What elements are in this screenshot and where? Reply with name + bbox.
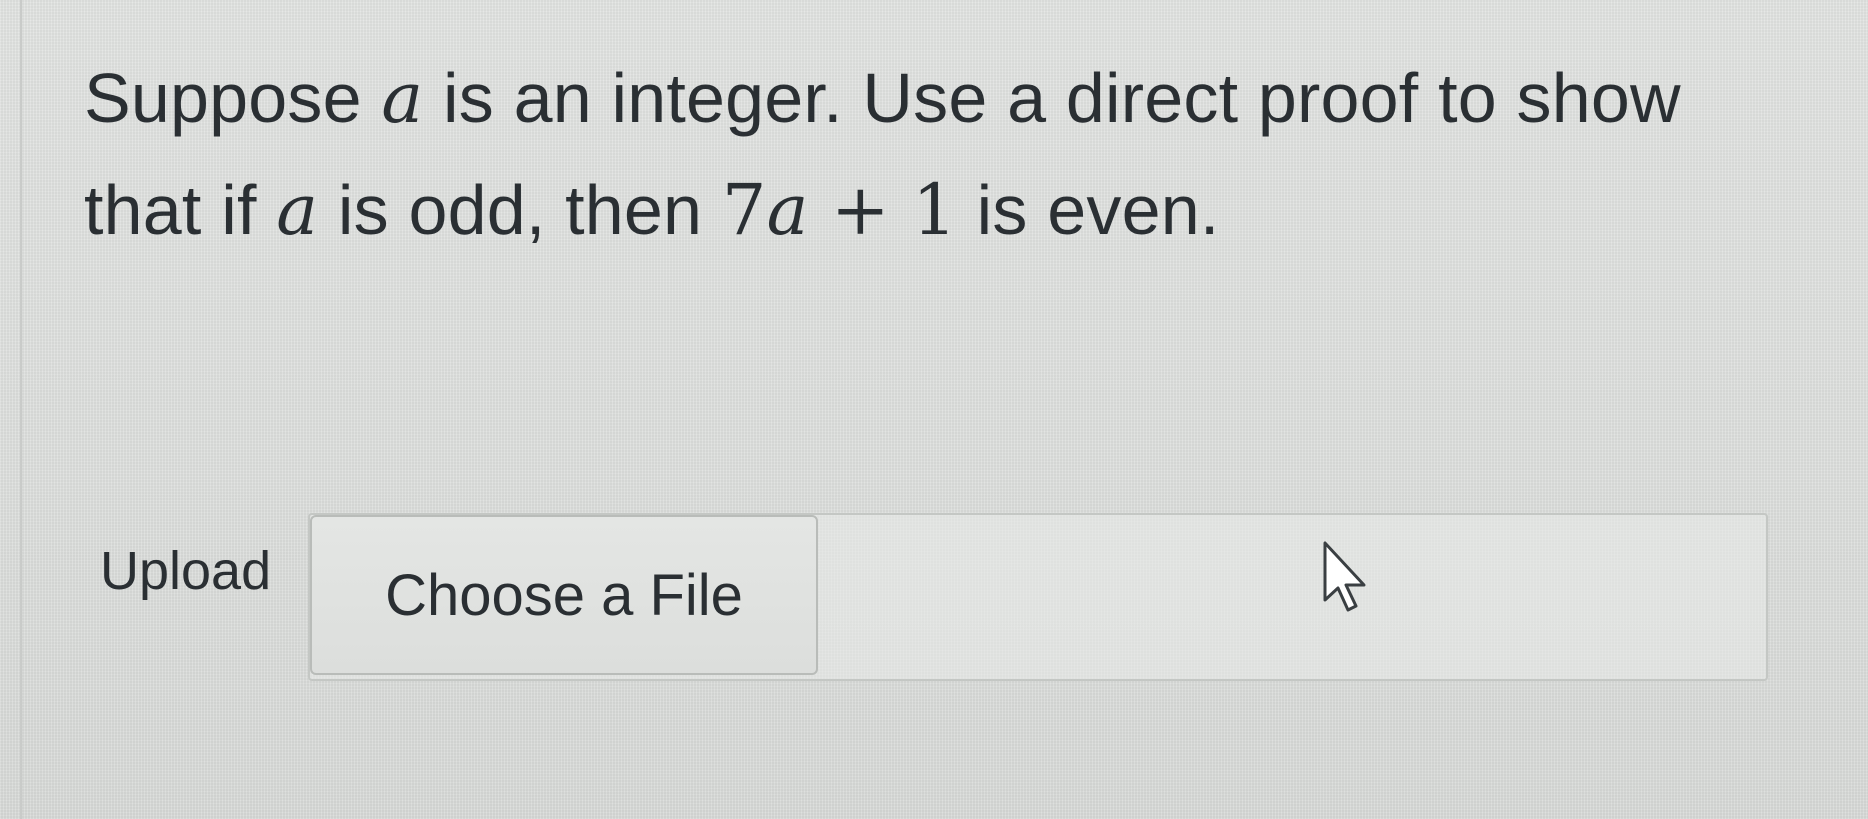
question-line-2: that if a is odd, then 7a + 1 is even. [84, 154, 1864, 266]
math-variable-a: a [276, 169, 319, 251]
question-line1-suffix: is an integer. Use a direct proof to sho… [423, 59, 1681, 137]
math-variable-a: a [766, 169, 809, 251]
question-text: Suppose a is an integer. Use a direct pr… [84, 42, 1864, 266]
content-left-border [20, 0, 22, 819]
question-line2-middle: is odd, then [318, 171, 722, 249]
question-line2-prefix: that if [84, 171, 277, 249]
question-line1-prefix: Suppose [84, 59, 382, 137]
choose-file-button[interactable]: Choose a File [310, 515, 818, 675]
question-line2-suffix: is even. [957, 171, 1220, 249]
math-coefficient: 7 [721, 169, 767, 251]
mouse-pointer-icon [1322, 540, 1372, 616]
upload-label: Upload [100, 541, 272, 601]
question-line-1: Suppose a is an integer. Use a direct pr… [84, 42, 1864, 154]
math-variable-a: a [381, 57, 424, 139]
math-plus-one: + 1 [808, 169, 958, 251]
